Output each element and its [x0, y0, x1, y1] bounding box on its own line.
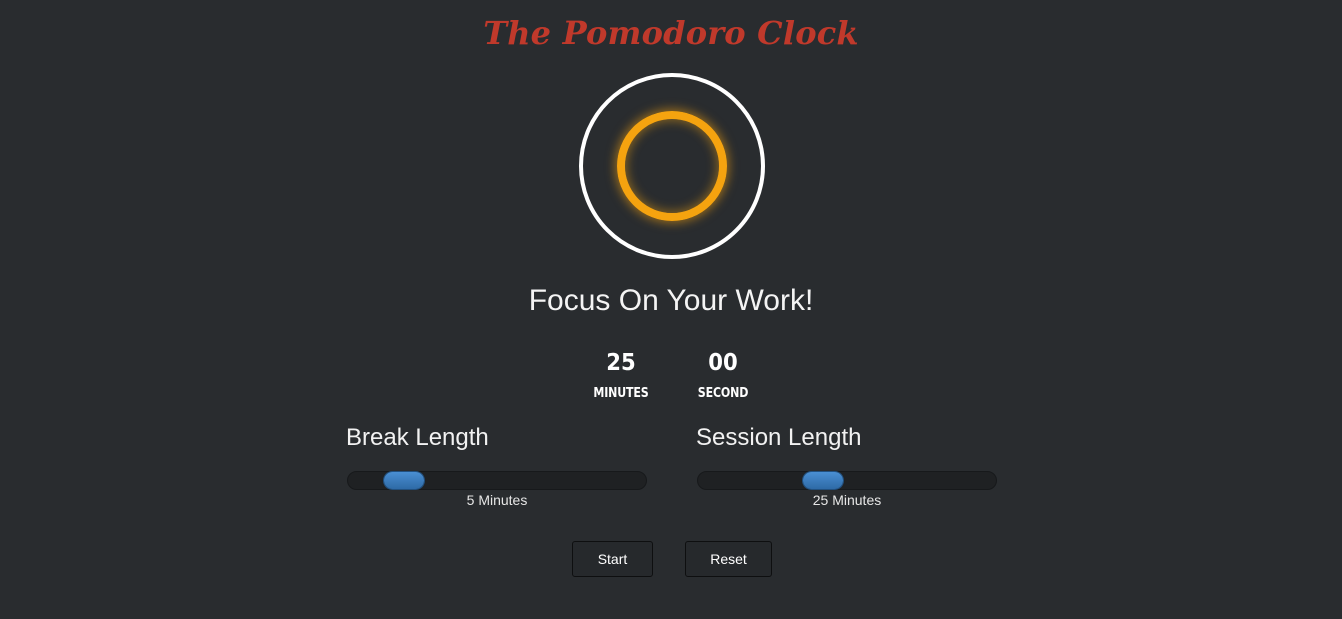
minutes-label: MINUTES: [593, 386, 649, 401]
break-length-value: 5 Minutes: [466, 492, 528, 508]
reset-button[interactable]: Reset: [685, 541, 772, 577]
minutes-value: 25: [606, 350, 636, 376]
session-slider-handle[interactable]: [803, 472, 843, 489]
minutes-display: 25 MINUTES: [576, 349, 666, 401]
break-length-label: Break Length: [346, 424, 489, 451]
clock-progress-ring: [617, 111, 727, 221]
break-slider-handle[interactable]: [384, 472, 424, 489]
app-title: The Pomodoro Clock: [483, 14, 859, 52]
session-length-label: Session Length: [696, 424, 862, 451]
break-length-slider[interactable]: [347, 471, 647, 490]
start-button[interactable]: Start: [572, 541, 653, 577]
seconds-value: 00: [708, 350, 738, 376]
seconds-label: SECOND: [697, 386, 749, 401]
session-length-slider[interactable]: [697, 471, 997, 490]
session-length-value: 25 Minutes: [812, 492, 882, 508]
status-message: Focus On Your Work!: [528, 284, 814, 317]
seconds-display: 00 SECOND: [678, 349, 768, 401]
